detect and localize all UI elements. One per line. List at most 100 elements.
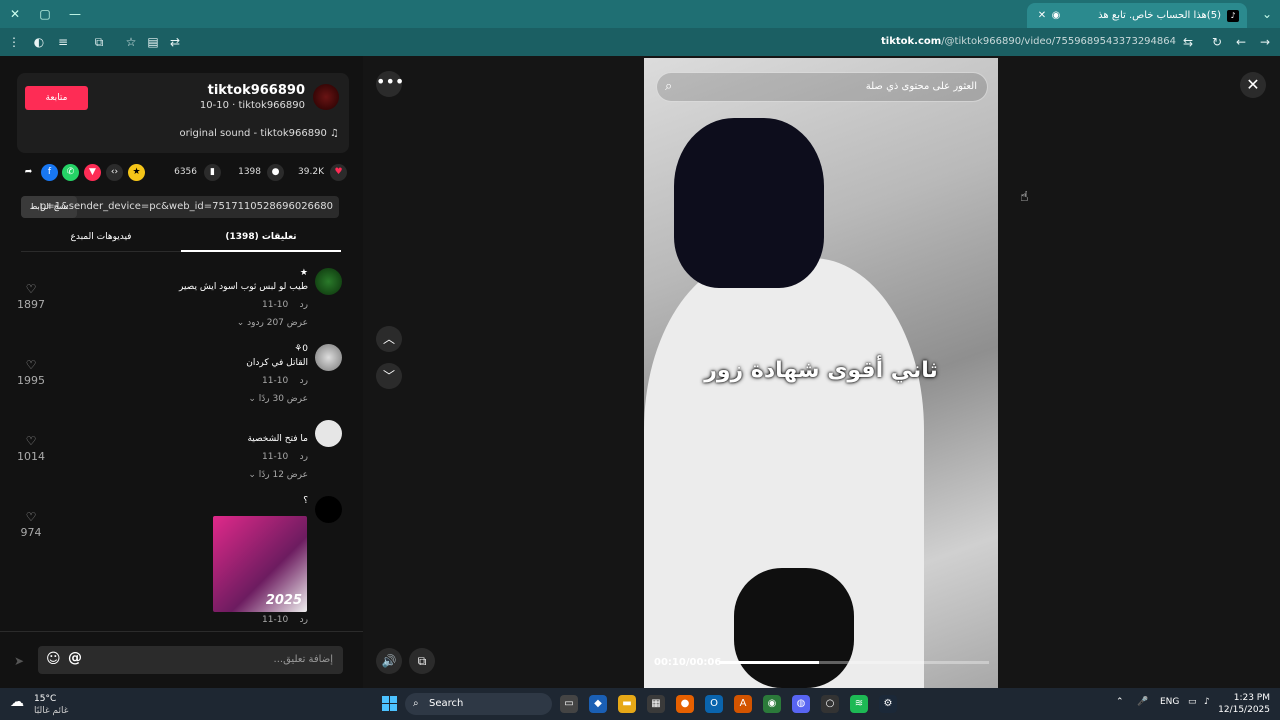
copilot-icon[interactable]: ◆ bbox=[589, 695, 607, 713]
heart-icon[interactable]: ♥ bbox=[330, 164, 347, 181]
save-count: 6356 bbox=[174, 167, 197, 177]
reply-link[interactable]: رد bbox=[300, 300, 308, 310]
weather-widget[interactable]: ☁ 15°C غائم غالبًا bbox=[10, 692, 90, 716]
reader-icon[interactable]: ▤ bbox=[145, 34, 161, 50]
extensions-icon[interactable]: ⧉ bbox=[91, 34, 107, 50]
author-username[interactable]: tiktok966890 bbox=[208, 83, 305, 98]
facebook-icon[interactable]: f bbox=[41, 164, 58, 181]
discord-icon[interactable]: ◍ bbox=[792, 695, 810, 713]
coin-icon[interactable]: ★ bbox=[128, 164, 145, 181]
commenter-avatar[interactable] bbox=[315, 496, 342, 523]
tab-search-icon[interactable]: ⌄ bbox=[1259, 6, 1275, 22]
app-circle-icon[interactable]: ○ bbox=[821, 695, 839, 713]
spotify-icon[interactable]: ≋ bbox=[850, 695, 868, 713]
reply-link[interactable]: رد bbox=[300, 452, 308, 462]
reply-link[interactable]: رد bbox=[300, 615, 308, 625]
chrome-icon[interactable]: ◉ bbox=[763, 695, 781, 713]
system-clock[interactable]: 1:23 PM 12/15/2025 bbox=[1218, 692, 1270, 716]
previous-video-icon[interactable]: ︿ bbox=[376, 326, 402, 352]
comment-heart-icon[interactable]: ♡ bbox=[24, 510, 38, 524]
back-icon[interactable]: → bbox=[1257, 34, 1273, 50]
tiktok-page: متابعة tiktok966890 10-10 · tiktok966890… bbox=[0, 56, 1280, 688]
tab-comments[interactable]: (1398) تعليقات bbox=[181, 232, 341, 242]
author-avatar[interactable] bbox=[313, 84, 339, 110]
commenter-avatar[interactable] bbox=[315, 420, 342, 447]
store-icon[interactable]: ▦ bbox=[647, 695, 665, 713]
commenter-avatar[interactable] bbox=[315, 268, 342, 295]
close-window-icon[interactable]: ✕ bbox=[7, 6, 23, 22]
whatsapp-icon[interactable]: ✆ bbox=[62, 164, 79, 181]
share-link-text[interactable]: ...p=1&sender_device=pc&web_id=751711052… bbox=[30, 201, 333, 212]
start-icon[interactable] bbox=[382, 696, 398, 712]
forward-icon[interactable]: ← bbox=[1233, 34, 1249, 50]
browser-tab-active[interactable]: ♪ (5)هذا الحساب خاص. تابع هذ ◉ ✕ bbox=[1027, 3, 1247, 28]
next-video-icon[interactable]: ﹀ bbox=[376, 363, 402, 389]
volume-icon[interactable]: 🔊 bbox=[376, 648, 402, 674]
commenter-avatar[interactable] bbox=[315, 344, 342, 371]
comment-heart-icon[interactable]: ♡ bbox=[24, 434, 38, 448]
browser-toolbar: ⋮ ◐ ≡ ⧉ ☆ ▤ ⇄ tiktok.com/@tiktok966890/v… bbox=[0, 28, 1280, 56]
comment-heart-icon[interactable]: ♡ bbox=[24, 358, 38, 372]
restore-window-icon[interactable]: ▢ bbox=[37, 6, 53, 22]
video-progress-bar[interactable] bbox=[719, 661, 989, 664]
emoji-icon[interactable]: ☺ bbox=[46, 651, 61, 667]
microphone-icon[interactable]: 🎤 bbox=[1137, 697, 1148, 707]
firefox-icon[interactable]: ● bbox=[676, 695, 694, 713]
address-bar[interactable]: tiktok.com/@tiktok966890/video/755968954… bbox=[700, 34, 1176, 50]
minimize-window-icon[interactable]: — bbox=[67, 6, 83, 22]
language-indicator[interactable]: ENG bbox=[1160, 697, 1179, 707]
comment-date: 10-11 bbox=[262, 300, 289, 310]
search-icon[interactable]: ⌕ bbox=[665, 79, 681, 95]
file-explorer-icon[interactable]: ▬ bbox=[618, 695, 636, 713]
speaker-icon[interactable]: ◉ bbox=[1049, 10, 1063, 21]
commenter-name[interactable]: ؟ bbox=[303, 496, 308, 506]
outlook-icon[interactable]: O bbox=[705, 695, 723, 713]
sound-title: original sound - tiktok966890 bbox=[179, 128, 327, 139]
menu-dots-icon[interactable]: ⋮ bbox=[6, 34, 22, 50]
taskbar-search[interactable]: ⌕ Search bbox=[405, 693, 552, 715]
steam-icon[interactable]: ⚙ bbox=[879, 695, 897, 713]
picture-in-picture-icon[interactable]: ⧉ bbox=[409, 648, 435, 674]
commenter-name[interactable]: ⚘0 bbox=[294, 344, 308, 354]
reply-link[interactable]: رد bbox=[300, 376, 308, 386]
comment-input[interactable]: إضافة تعليق... ☺ @ bbox=[38, 646, 343, 674]
close-tab-icon[interactable]: ✕ bbox=[1035, 10, 1049, 21]
video-player[interactable]: ⌕ العثور على محتوى ذي صلة ثاني أقوى شهاد… bbox=[644, 58, 998, 688]
mention-icon[interactable]: @ bbox=[68, 650, 82, 666]
bookmark-star-icon[interactable]: ☆ bbox=[123, 34, 139, 50]
tiktok-share-icon[interactable]: ▼ bbox=[84, 164, 101, 181]
comment-item: ؟ 2025 رد 10-11 ♡ 974 bbox=[0, 496, 363, 626]
volume-tray-icon[interactable]: ♪ bbox=[1204, 697, 1210, 707]
embed-icon[interactable]: ‹› bbox=[106, 164, 123, 181]
view-replies-label: عرض 12 ردًا bbox=[258, 470, 308, 480]
app-a-icon[interactable]: A bbox=[734, 695, 752, 713]
translate-icon[interactable]: ⇄ bbox=[167, 34, 183, 50]
send-icon[interactable]: ➤ bbox=[14, 654, 24, 668]
action-bar: ♥ 39.2K ● 1398 ▮ 6356 ★ ‹› ▼ ✆ f ➦ bbox=[17, 162, 349, 184]
view-replies-link[interactable]: عرض 12 ردًا ⌄ bbox=[248, 470, 308, 480]
tab-creator-videos[interactable]: فيديوهات المبدع bbox=[21, 232, 181, 242]
details-panel: متابعة tiktok966890 10-10 · tiktok966890… bbox=[0, 56, 363, 688]
sound-link[interactable]: original sound - tiktok966890 ♫ bbox=[179, 128, 339, 139]
site-settings-icon[interactable]: ⇆ bbox=[1180, 34, 1196, 50]
task-view-icon[interactable]: ▭ bbox=[560, 695, 578, 713]
follow-button[interactable]: متابعة bbox=[25, 86, 88, 110]
comment-heart-icon[interactable]: ♡ bbox=[24, 282, 38, 296]
tray-chevron-icon[interactable]: ⌃ bbox=[1116, 697, 1124, 707]
share-arrow-icon[interactable]: ➦ bbox=[20, 164, 37, 181]
bookmark-icon[interactable]: ▮ bbox=[204, 164, 221, 181]
comment-sticker-image[interactable]: 2025 bbox=[213, 516, 307, 612]
video-area: ••• ︿ ﹀ 🔊 ⧉ ⌕ العثور على محتوى ذي صلة ثا… bbox=[363, 56, 1280, 688]
view-replies-link[interactable]: عرض 30 ردًا ⌄ bbox=[248, 394, 308, 404]
close-icon[interactable]: ✕ bbox=[1240, 72, 1266, 98]
more-options-icon[interactable]: ••• bbox=[376, 71, 404, 97]
network-icon[interactable]: ▭ bbox=[1188, 697, 1197, 707]
profile-icon[interactable]: ◐ bbox=[31, 34, 47, 50]
reload-icon[interactable]: ↻ bbox=[1209, 34, 1225, 50]
comment-icon[interactable]: ● bbox=[267, 164, 284, 181]
search-icon: ⌕ bbox=[413, 698, 419, 709]
view-replies-link[interactable]: عرض 207 ردود ⌄ bbox=[237, 318, 308, 328]
commenter-name[interactable]: ★ bbox=[300, 268, 308, 278]
playlist-icon[interactable]: ≡ bbox=[55, 34, 71, 50]
related-search-input[interactable]: ⌕ العثور على محتوى ذي صلة bbox=[656, 72, 988, 102]
